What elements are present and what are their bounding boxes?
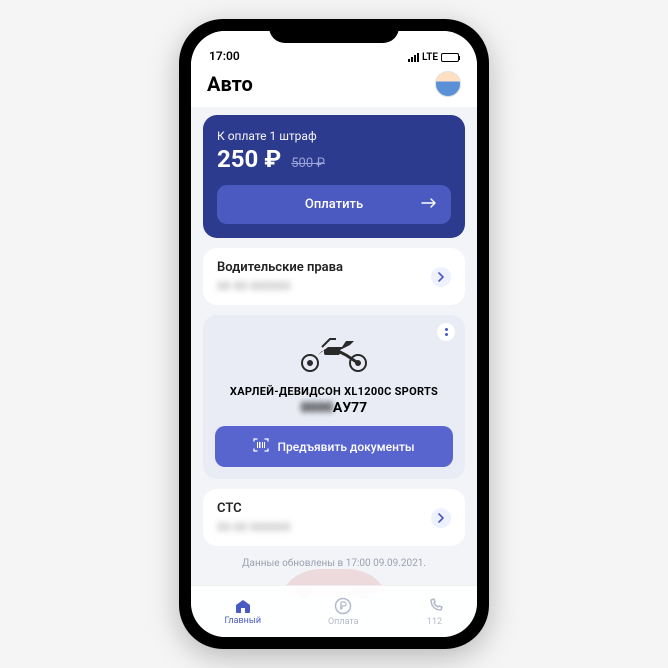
battery-icon (441, 53, 459, 62)
tab-bar: Главный Оплата 112 (191, 585, 477, 637)
tab-pay-label: Оплата (328, 617, 359, 627)
motorcycle-icon (215, 333, 453, 377)
payment-amount: 250 ₽ (217, 145, 281, 173)
plate-visible: АУ77 (333, 400, 367, 416)
tab-emergency[interactable]: 112 (426, 597, 444, 627)
ruble-icon (334, 597, 352, 615)
license-card[interactable]: Водительские права 00 00 000000 (203, 248, 465, 305)
payment-old-amount: 500 ₽ (291, 156, 325, 171)
network-label: LTE (422, 52, 438, 63)
vehicle-name: ХАРЛЕЙ-ДЕВИДСОН XL1200C SPORTS (215, 385, 453, 398)
content-scroll[interactable]: К оплате 1 штраф 250 ₽ 500 ₽ Оплатить Во… (191, 107, 477, 637)
tab-home[interactable]: Главный (224, 598, 261, 626)
chevron-right-icon (431, 508, 451, 528)
vehicle-plate: 0000АУ77 (215, 400, 453, 416)
chevron-right-icon (431, 267, 451, 287)
arrow-right-icon (421, 197, 437, 212)
pay-button[interactable]: Оплатить (217, 185, 451, 224)
phone-frame: 17:00 LTE Авто К оплате 1 штраф 250 ₽ 50… (179, 19, 489, 649)
avatar[interactable] (435, 71, 461, 97)
sts-value: 00 00 000000 (217, 520, 290, 534)
barcode-icon (253, 438, 269, 455)
present-documents-button[interactable]: Предъявить документы (215, 426, 453, 467)
payment-card: К оплате 1 штраф 250 ₽ 500 ₽ Оплатить (203, 115, 465, 238)
more-button[interactable] (437, 323, 455, 341)
screen: 17:00 LTE Авто К оплате 1 штраф 250 ₽ 50… (191, 31, 477, 637)
page-title: Авто (207, 72, 253, 96)
sts-title: СТС (217, 501, 290, 516)
tab-emergency-label: 112 (427, 617, 442, 627)
vehicle-card: ХАРЛЕЙ-ДЕВИДСОН XL1200C SPORTS 0000АУ77 (203, 315, 465, 479)
tab-home-label: Главный (224, 616, 261, 626)
page-header: Авто (191, 65, 477, 107)
payment-label: К оплате 1 штраф (217, 129, 451, 143)
sts-card[interactable]: СТС 00 00 000000 (203, 489, 465, 546)
present-button-label: Предъявить документы (277, 440, 414, 454)
pay-button-label: Оплатить (305, 197, 363, 212)
status-time: 17:00 (209, 49, 240, 63)
notch (269, 19, 399, 43)
updated-label: Данные обновлены в 17:00 09.09.2021. (203, 558, 465, 569)
status-indicators: LTE (408, 52, 459, 63)
license-value: 00 00 000000 (217, 279, 343, 293)
plate-hidden: 0000 (301, 400, 333, 416)
license-title: Водительские права (217, 260, 343, 275)
home-icon (234, 598, 252, 614)
tab-pay[interactable]: Оплата (328, 597, 359, 627)
signal-icon (408, 53, 419, 62)
phone-icon (426, 597, 444, 615)
